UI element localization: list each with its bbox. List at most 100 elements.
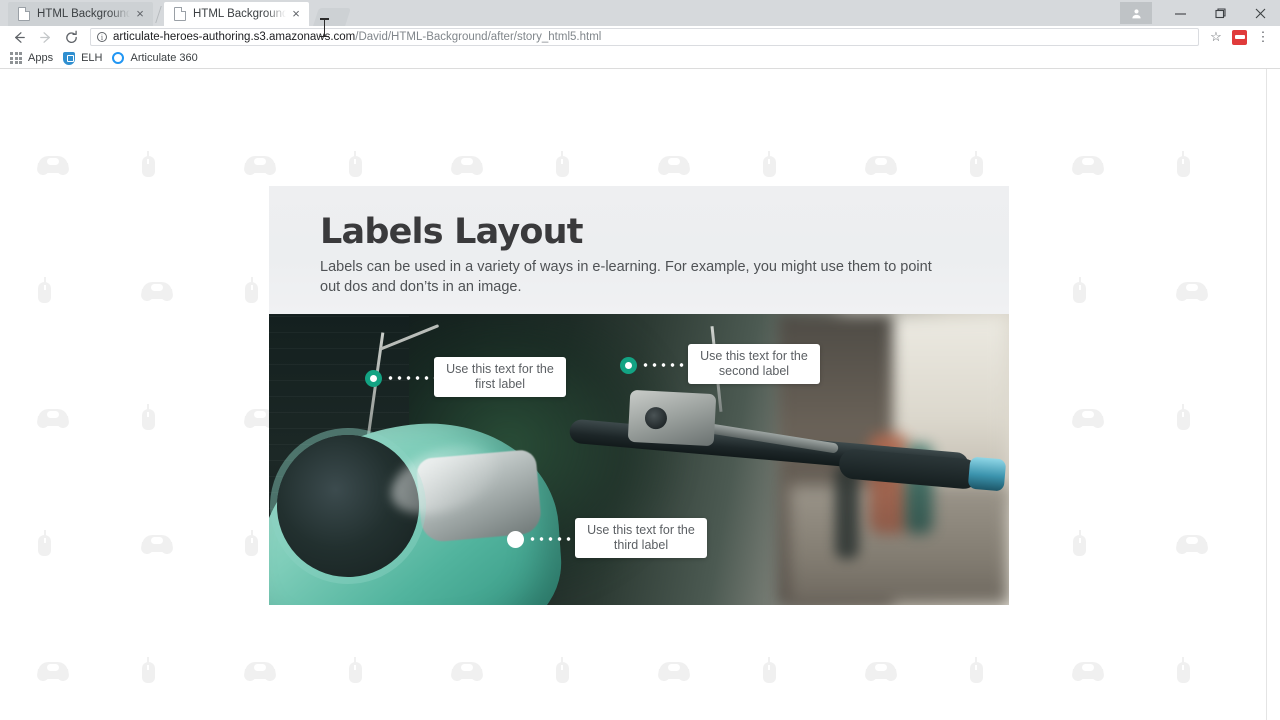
gamepad-glyph — [659, 661, 689, 679]
slide-image: Use this text for the first label Use th… — [269, 314, 1009, 605]
mouse-glyph — [1176, 403, 1190, 430]
scooter-grip-end — [967, 456, 1007, 492]
gamepad-icon — [38, 408, 68, 426]
mouse-glyph — [555, 150, 569, 177]
shield-icon — [63, 51, 76, 65]
gamepad-glyph — [1073, 408, 1103, 426]
label-box-1[interactable]: Use this text for the first label — [434, 357, 566, 397]
gamepad-glyph — [1176, 535, 1207, 552]
url-text: articulate-heroes-authoring.s3.amazonaws… — [113, 31, 601, 43]
new-tab-button[interactable] — [313, 8, 351, 26]
course-slide: Labels Layout Labels can be used in a va… — [269, 186, 1009, 605]
extension-icon[interactable] — [1232, 29, 1247, 45]
text-cursor — [320, 18, 329, 37]
gamepad-icon — [38, 661, 68, 679]
bookmark-label: Articulate 360 — [130, 52, 198, 64]
mouse-icon — [1176, 150, 1190, 177]
gamepad-glyph — [659, 155, 689, 173]
bookmark-star-icon[interactable]: ☆ — [1205, 27, 1227, 47]
label-box-2[interactable]: Use this text for the second label — [688, 344, 820, 384]
bookmark-articulate-360[interactable]: Articulate 360 — [110, 49, 205, 68]
toolbar-right: ☆ ⋮ — [1205, 27, 1274, 47]
mouse-icon — [1073, 277, 1086, 303]
close-icon[interactable]: × — [289, 7, 303, 21]
gamepad-icon — [452, 661, 482, 679]
label-marker-2[interactable] — [620, 357, 637, 374]
mouse-glyph — [1176, 150, 1190, 177]
browser-toolbar: i articulate-heroes-authoring.s3.amazona… — [0, 26, 1280, 48]
gamepad-icon — [866, 155, 896, 173]
mouse-icon — [1073, 530, 1086, 556]
mouse-icon — [141, 403, 155, 430]
mouse-icon — [1176, 656, 1190, 683]
profile-icon[interactable] — [1120, 2, 1152, 24]
gamepad-glyph — [1073, 661, 1103, 679]
mouse-icon — [38, 277, 51, 303]
gamepad-icon — [659, 155, 689, 173]
browser-window: HTML Background Imag × HTML Background I… — [0, 0, 1280, 720]
mouse-glyph — [245, 530, 258, 556]
label-box-3[interactable]: Use this text for the third label — [575, 518, 707, 558]
mouse-glyph — [141, 403, 155, 430]
tab-strip: HTML Background Imag × HTML Background I… — [0, 0, 1280, 26]
mouse-glyph — [1176, 656, 1190, 683]
maximize-button[interactable] — [1200, 2, 1240, 24]
back-icon[interactable] — [6, 26, 32, 48]
bookmark-elh[interactable]: ELH — [61, 49, 110, 68]
tab-title: HTML Background Imag — [37, 8, 130, 20]
gamepad-icon — [245, 155, 275, 173]
close-icon[interactable]: × — [133, 7, 147, 21]
bookmark-apps[interactable]: Apps — [8, 49, 61, 68]
mouse-glyph — [141, 656, 155, 683]
mouse-glyph — [38, 530, 51, 556]
label-marker-3[interactable] — [507, 531, 524, 548]
label-connector-2 — [641, 363, 687, 367]
mouse-icon — [141, 656, 155, 683]
mouse-icon — [969, 150, 983, 177]
forward-icon[interactable] — [32, 26, 58, 48]
gamepad-glyph — [452, 155, 482, 173]
gamepad-glyph — [245, 661, 275, 679]
gamepad-icon — [141, 282, 172, 299]
mouse-glyph — [969, 656, 983, 683]
site-info-icon[interactable]: i — [97, 32, 107, 42]
mouse-icon — [969, 656, 983, 683]
vertical-scrollbar[interactable] — [1266, 69, 1280, 720]
gamepad-glyph — [141, 535, 172, 552]
gamepad-glyph — [452, 661, 482, 679]
label-text: Use this text for the third label — [587, 523, 695, 552]
mouse-icon — [348, 150, 362, 177]
bookmark-label: Apps — [28, 52, 54, 64]
label-marker-1[interactable] — [365, 370, 382, 387]
page-icon — [18, 7, 30, 21]
mouse-icon — [141, 150, 155, 177]
apps-grid-icon — [10, 52, 22, 64]
address-bar[interactable]: i articulate-heroes-authoring.s3.amazona… — [90, 28, 1199, 46]
menu-icon[interactable]: ⋮ — [1252, 27, 1274, 47]
gamepad-icon — [659, 661, 689, 679]
tab-1[interactable]: HTML Background Imag × — [164, 2, 309, 26]
reload-icon[interactable] — [58, 26, 84, 48]
close-button[interactable] — [1240, 2, 1280, 24]
gamepad-glyph — [38, 408, 68, 426]
gamepad-glyph — [1176, 282, 1207, 299]
tab-title: HTML Background Imag — [193, 8, 286, 20]
tab-0[interactable]: HTML Background Imag × — [8, 2, 153, 26]
mouse-glyph — [1073, 530, 1086, 556]
mouse-icon — [245, 277, 258, 303]
gamepad-glyph — [1073, 155, 1103, 173]
mouse-icon — [348, 656, 362, 683]
slide-header: Labels Layout Labels can be used in a va… — [269, 186, 1009, 314]
mouse-icon — [762, 150, 776, 177]
gamepad-icon — [1073, 155, 1103, 173]
url-domain: articulate-heroes-authoring.s3.amazonaws… — [113, 31, 356, 43]
bookmark-label: ELH — [81, 52, 103, 64]
gamepad-glyph — [866, 661, 896, 679]
page-viewport: Labels Layout Labels can be used in a va… — [0, 69, 1280, 720]
minimize-button[interactable] — [1160, 2, 1200, 24]
slide-subtitle: Labels can be used in a variety of ways … — [320, 259, 932, 295]
label-connector-1 — [386, 376, 438, 380]
gamepad-glyph — [245, 155, 275, 173]
scooter-brake-housing — [627, 389, 717, 447]
window-controls — [1120, 0, 1280, 26]
